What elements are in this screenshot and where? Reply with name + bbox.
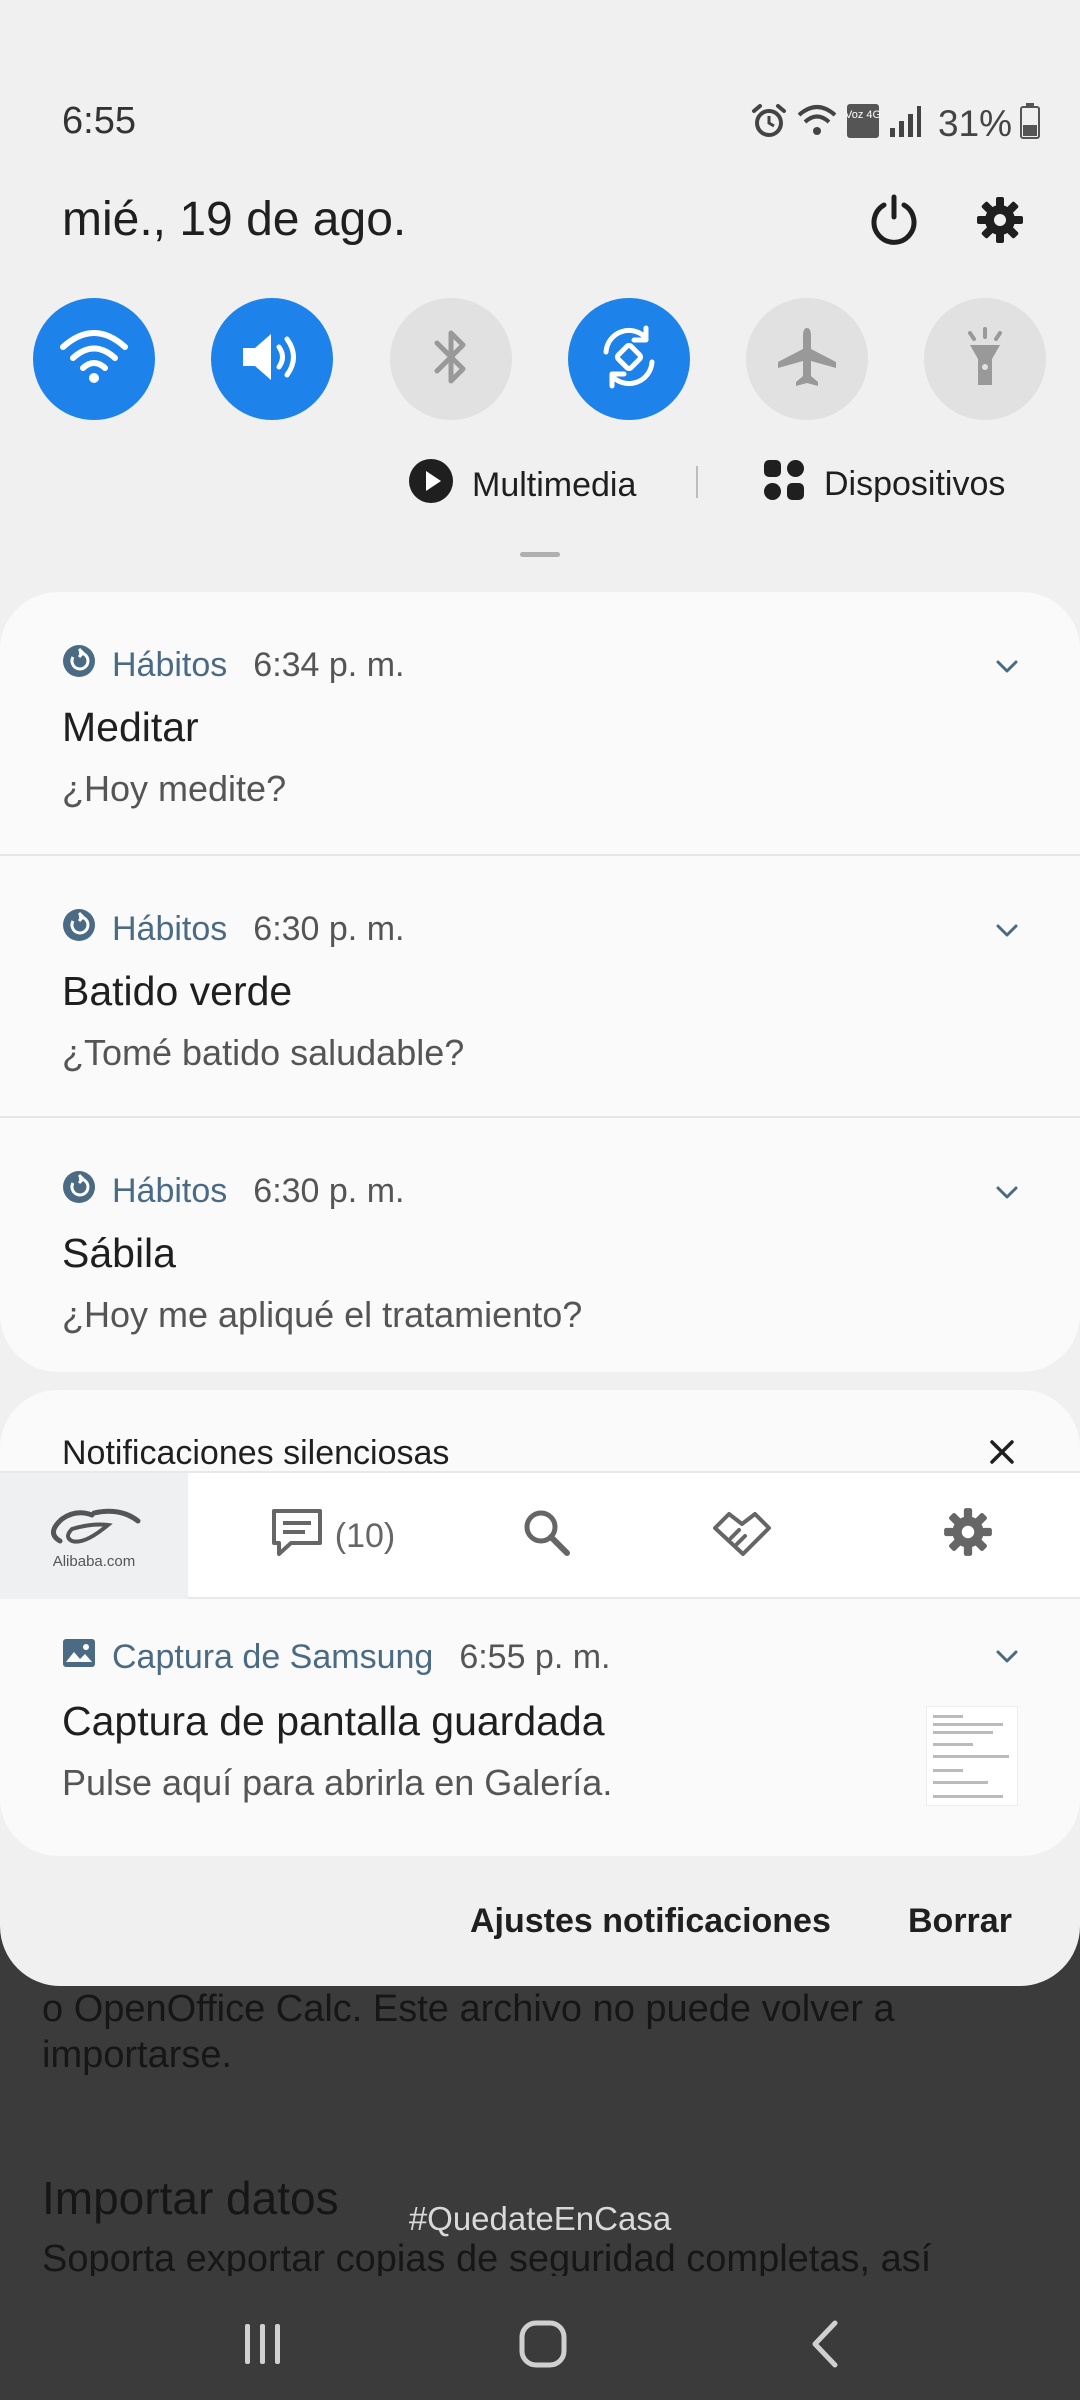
drag-handle[interactable]	[520, 552, 560, 557]
sound-toggle[interactable]	[211, 298, 333, 420]
quick-settings-row	[0, 298, 1080, 420]
navigation-bar	[0, 2290, 1080, 2400]
airplane-icon	[774, 324, 840, 395]
wifi-icon	[59, 327, 129, 392]
notification-header: Hábitos 6:30 p. m.	[62, 1170, 404, 1213]
notification-shade: 6:55 Voz 4G 31% mié., 19 de ago. Multime…	[0, 0, 1080, 1986]
notification-app-name: Hábitos	[112, 646, 228, 684]
notification-title: Captura de pantalla guardada	[62, 1698, 605, 1744]
notification-settings-button[interactable]: Ajustes notificaciones	[470, 1902, 831, 1941]
notification-header: Hábitos 6:34 p. m.	[62, 644, 404, 687]
notification-time: 6:34 p. m.	[253, 646, 405, 684]
battery-icon	[1020, 103, 1040, 144]
chevron-down-icon[interactable]	[992, 1178, 1022, 1208]
settings-gear-icon[interactable]	[966, 186, 1034, 254]
bluetooth-icon	[429, 327, 473, 392]
notification-time: 6:30 p. m.	[253, 910, 405, 948]
messages-button[interactable]: (10)	[262, 1473, 402, 1599]
clear-all-button[interactable]: Borrar	[908, 1902, 1012, 1941]
notification-header: Hábitos 6:30 p. m.	[62, 908, 404, 951]
devices-button[interactable]: Dispositivos	[762, 458, 1005, 511]
alibaba-logo-text: Alibaba.com	[52, 1552, 136, 1570]
speaker-icon	[237, 327, 307, 392]
date-label: mié., 19 de ago.	[62, 193, 407, 246]
chevron-down-icon[interactable]	[992, 916, 1022, 946]
airplane-toggle[interactable]	[746, 298, 868, 420]
gear-icon	[941, 1505, 995, 1568]
background-section-description: Soporta exportar copias de seguridad com…	[42, 2238, 932, 2276]
silent-notification-group: Notificaciones silenciosas Captura de Sa…	[0, 1390, 1080, 1856]
notification-body: ¿Hoy medite?	[62, 768, 287, 809]
notification-app-name: Captura de Samsung	[112, 1638, 434, 1676]
volte-label: Voz 4G	[846, 109, 880, 121]
hashtag-label: #QuedateEnCasa	[408, 2200, 672, 2237]
silent-header: Notificaciones silenciosas	[62, 1434, 450, 1472]
search-icon	[521, 1507, 571, 1566]
notification-body: ¿Hoy me apliqué el tratamiento?	[62, 1294, 583, 1335]
notification-body: Pulse aquí para abrirla en Galería.	[62, 1762, 613, 1803]
bluetooth-toggle[interactable]	[390, 298, 512, 420]
media-button[interactable]: Multimedia	[408, 458, 636, 513]
notification-title: Meditar	[62, 704, 199, 750]
status-bar: 6:55 Voz 4G 31%	[0, 96, 1080, 150]
rotate-icon	[594, 322, 664, 397]
devices-icon	[762, 458, 806, 511]
media-separator	[696, 466, 698, 498]
notification-title: Batido verde	[62, 968, 293, 1014]
chevron-down-icon[interactable]	[992, 1642, 1022, 1672]
auto-rotate-toggle[interactable]	[568, 298, 690, 420]
alibaba-logo[interactable]: Alibaba.com	[0, 1473, 188, 1599]
back-icon[interactable]	[780, 2314, 870, 2374]
image-icon	[62, 1638, 96, 1677]
notification-time: 6:55 p. m.	[459, 1638, 611, 1676]
notification-card[interactable]: Hábitos 6:34 p. m. Meditar ¿Hoy medite?	[0, 592, 1080, 854]
habit-app-icon	[62, 908, 96, 951]
handshake-button[interactable]	[700, 1473, 784, 1599]
wifi-status-icon	[796, 103, 838, 144]
devices-label: Dispositivos	[824, 465, 1006, 503]
notification-card[interactable]: Hábitos 6:30 p. m. Sábila ¿Hoy me apliqu…	[0, 1116, 1080, 1372]
screenshot-notification[interactable]: Captura de Samsung 6:55 p. m. Captura de…	[0, 1598, 1080, 1856]
play-icon	[408, 458, 454, 513]
screenshot-thumbnail[interactable]	[926, 1706, 1018, 1806]
notification-app-name: Hábitos	[112, 910, 228, 948]
status-time: 6:55	[62, 100, 136, 142]
flashlight-toggle[interactable]	[924, 298, 1046, 420]
wifi-toggle[interactable]	[33, 298, 155, 420]
flashlight-icon	[960, 325, 1010, 394]
notification-title: Sábila	[62, 1230, 176, 1276]
alibaba-notification-bar[interactable]: Alibaba.com (10)	[0, 1471, 1080, 1599]
chevron-down-icon[interactable]	[992, 652, 1022, 682]
notification-header: Captura de Samsung 6:55 p. m.	[62, 1638, 611, 1677]
power-icon[interactable]	[860, 186, 928, 254]
habit-app-icon	[62, 644, 96, 687]
notification-body: ¿Tomé batido saludable?	[62, 1032, 465, 1073]
home-icon[interactable]	[498, 2314, 588, 2374]
media-label: Multimedia	[472, 466, 637, 504]
notification-app-name: Hábitos	[112, 1172, 228, 1210]
alibaba-settings-button[interactable]	[928, 1473, 1008, 1599]
recents-icon[interactable]	[218, 2314, 308, 2374]
search-button[interactable]	[506, 1473, 586, 1599]
status-icons: Voz 4G 31%	[750, 102, 1040, 145]
volte-icon: Voz 4G	[845, 103, 881, 144]
media-devices-row: Multimedia Dispositivos	[0, 458, 1080, 508]
notification-group: Hábitos 6:34 p. m. Meditar ¿Hoy medite? …	[0, 592, 1080, 1372]
alarm-icon	[750, 102, 788, 145]
battery-percent: 31%	[937, 102, 1012, 144]
notification-time: 6:30 p. m.	[253, 1172, 405, 1210]
background-description: o OpenOffice Calc. Este archivo no puede…	[42, 1988, 895, 2076]
message-icon	[269, 1506, 325, 1567]
notification-card[interactable]: Hábitos 6:30 p. m. Batido verde ¿Tomé ba…	[0, 854, 1080, 1116]
habit-app-icon	[62, 1170, 96, 1213]
handshake-icon	[709, 1506, 775, 1567]
signal-icon	[888, 104, 922, 143]
messages-count: (10)	[334, 1516, 396, 1555]
